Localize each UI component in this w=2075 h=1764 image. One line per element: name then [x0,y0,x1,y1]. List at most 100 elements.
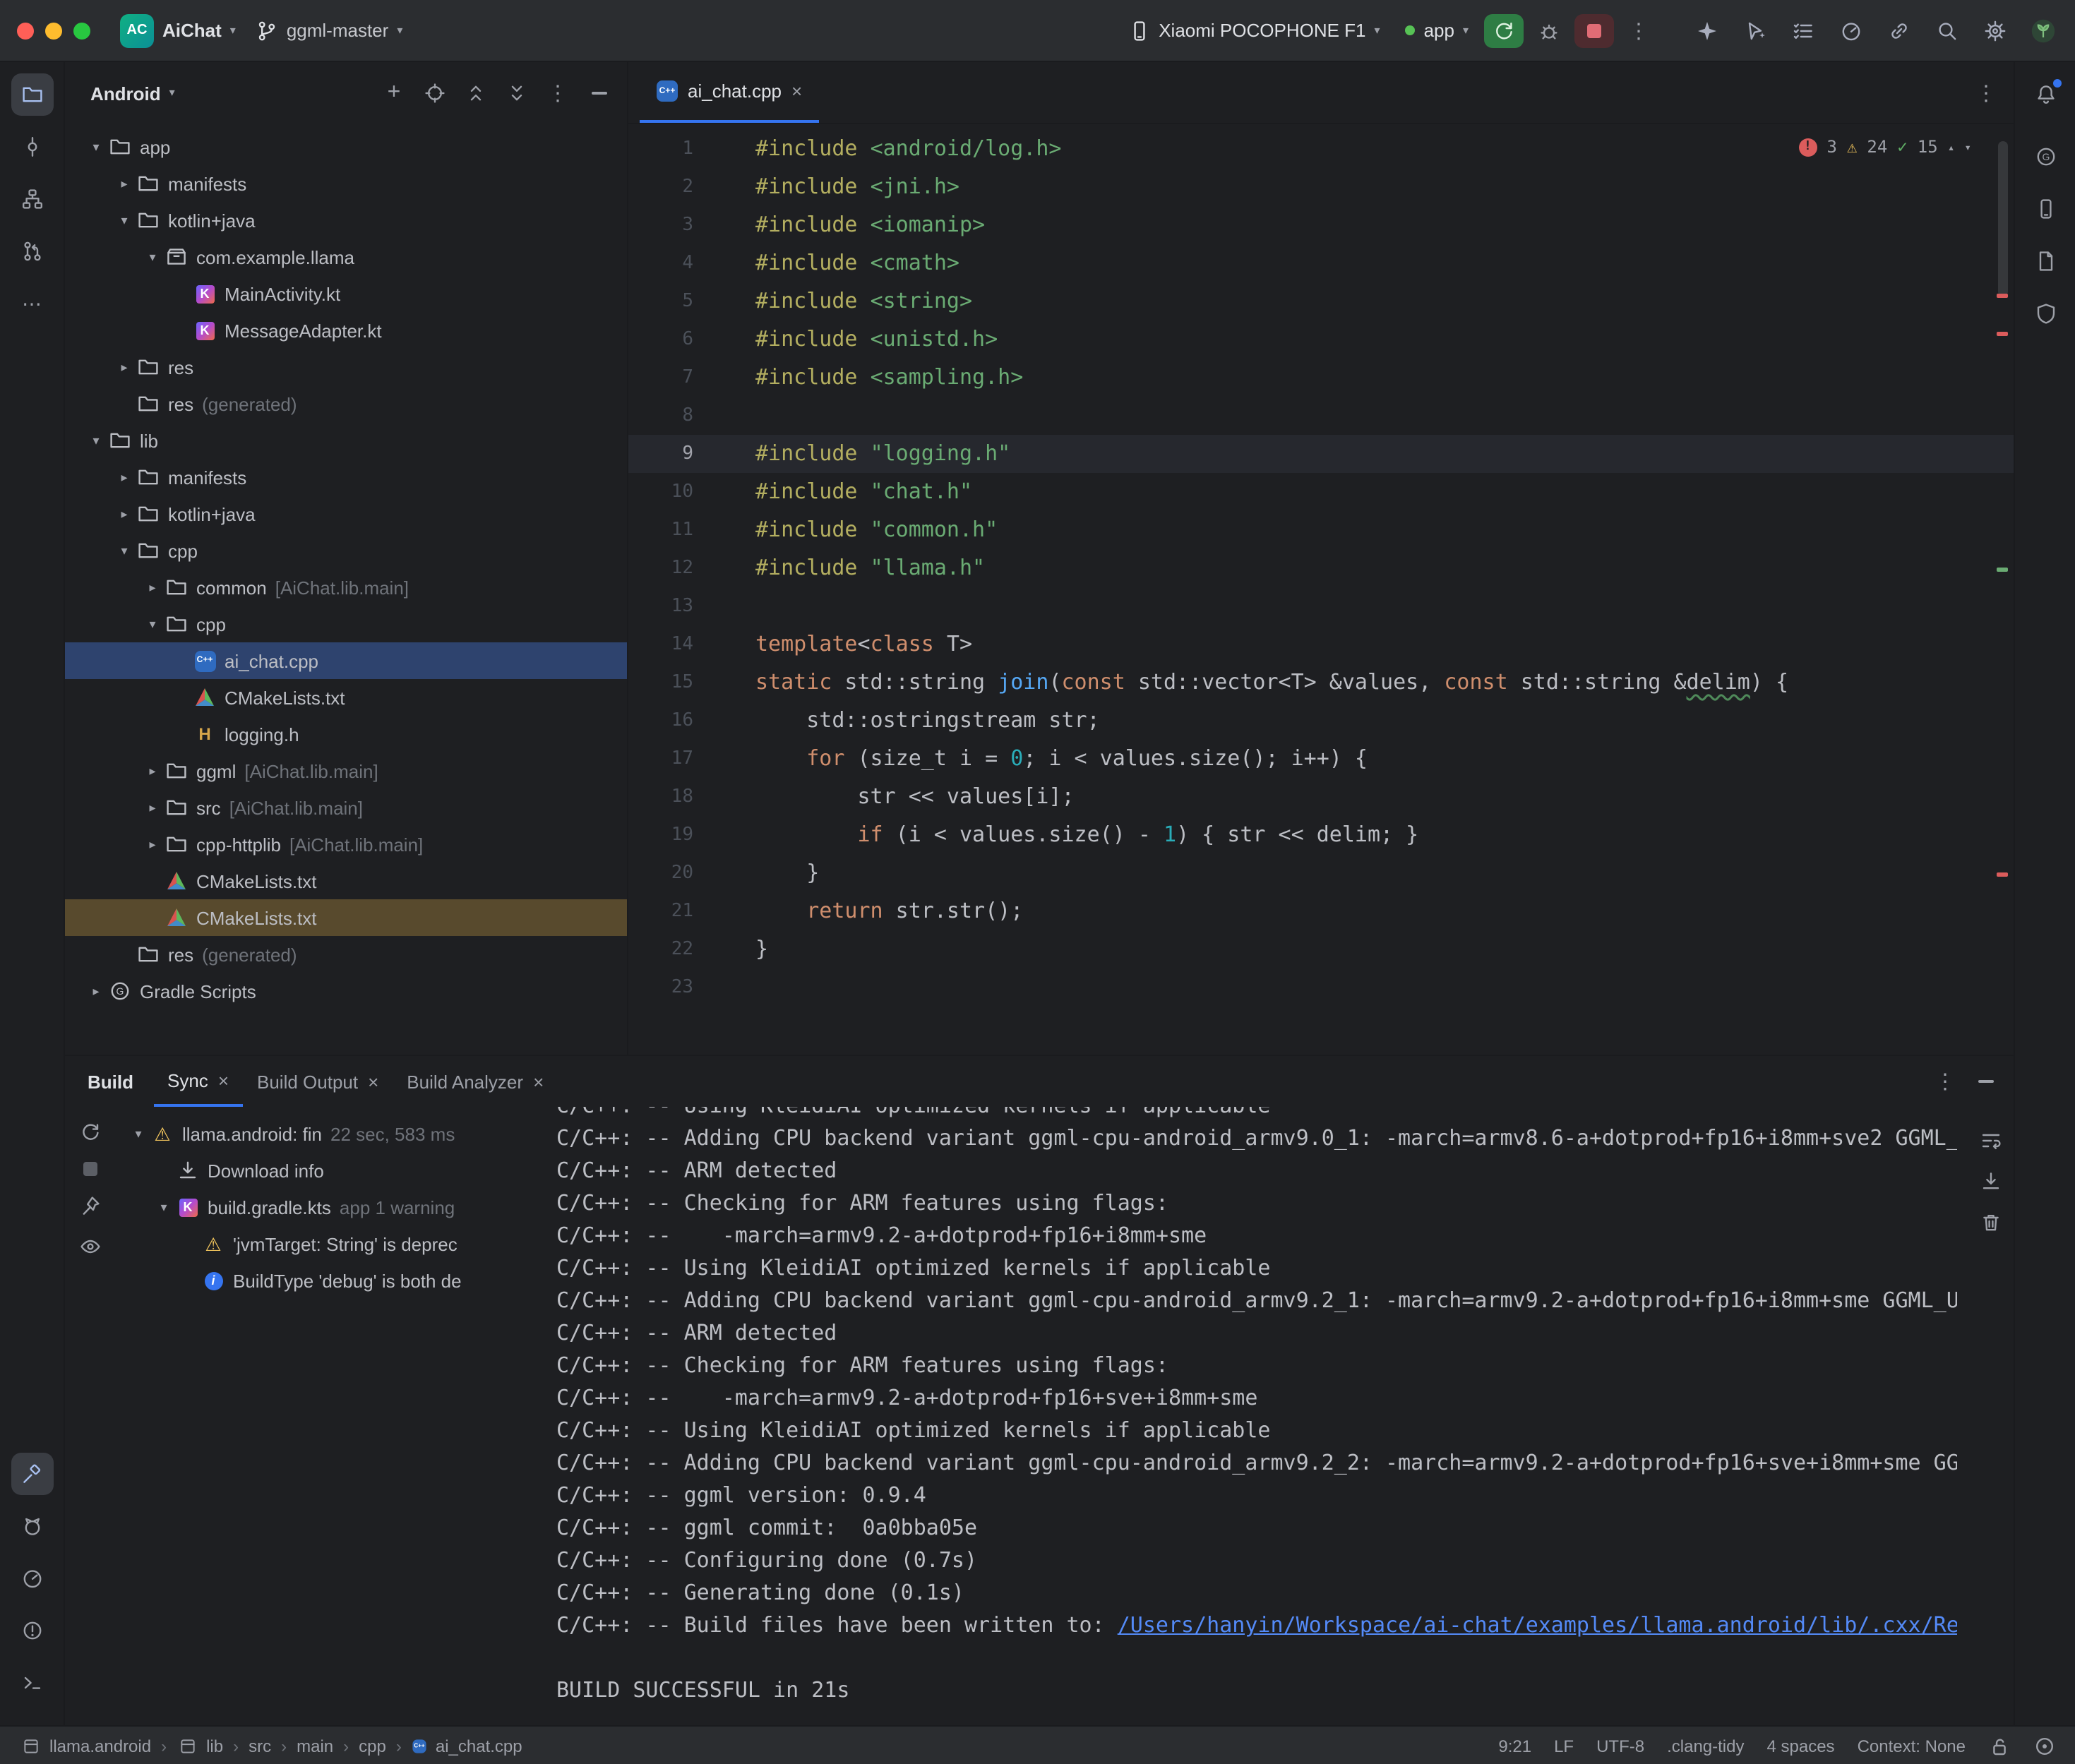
sync-icon[interactable] [79,1121,102,1144]
breadcrumb-item[interactable]: src [249,1736,271,1756]
code-line[interactable]: 19 if (i < values.size() - 1) { str << d… [628,816,2014,854]
build-tree-row[interactable]: iBuildType 'debug' is both de [116,1262,556,1299]
tab-options-icon[interactable]: ⋮ [1975,80,1997,105]
problems-icon[interactable] [11,1609,53,1652]
stripe-mark[interactable] [1997,332,2008,336]
build-tree-row[interactable]: ⚠'jvmTarget: String' is deprec [116,1225,556,1262]
close-tab-icon[interactable]: × [218,1069,229,1091]
tree-row[interactable]: CMakeLists.txt [65,863,627,899]
task-list-icon[interactable] [1785,12,1822,49]
commit-icon[interactable] [11,126,53,168]
stop-square-icon[interactable] [83,1162,97,1176]
code-line[interactable]: 12#include "llama.h" [628,549,2014,587]
project-widget[interactable]: AC AiChat ▾ [110,8,246,53]
status-9-21[interactable]: 9:21 [1498,1736,1531,1756]
tree-row[interactable]: CMakeLists.txt [65,899,627,936]
chevron-right-icon[interactable]: ▸ [141,580,164,595]
stripe-mark[interactable] [1997,294,2008,298]
breadcrumb-item[interactable]: cpp [359,1736,386,1756]
tree-row[interactable]: ▸kotlin+java [65,496,627,532]
chevron-down-icon[interactable]: ▾ [85,139,107,155]
next-problem-icon[interactable]: ▾ [1964,140,1971,153]
debug-button[interactable] [1529,13,1569,47]
tree-row[interactable]: ▸common[AiChat.lib.main] [65,569,627,606]
terminal-icon[interactable] [11,1662,53,1704]
editor-tab[interactable]: C++ ai_chat.cpp × [640,62,819,123]
code-line[interactable]: 6#include <unistd.h> [628,320,2014,359]
lock-open-icon[interactable] [1988,1734,2011,1757]
tree-row[interactable]: C++ai_chat.cpp [65,642,627,679]
stripe-mark[interactable] [1997,568,2008,572]
chevron-right-icon[interactable]: ▸ [113,359,136,375]
tree-row[interactable]: KMessageAdapter.kt [65,312,627,349]
chevron-right-icon[interactable]: ▸ [141,836,164,852]
code-line[interactable]: 2#include <jni.h> [628,168,2014,206]
chevron-down-icon[interactable]: ▾ [85,433,107,448]
hide-icon[interactable] [1978,1080,1994,1083]
chevron-down-icon[interactable]: ▾ [113,543,136,558]
project-icon[interactable] [11,73,53,116]
profiler-icon[interactable] [1833,12,1870,49]
build-tree-row[interactable]: ▾⚠llama.android: fin22 sec, 583 ms [116,1115,556,1152]
tree-row[interactable]: ▾app [65,128,627,165]
code-line[interactable]: 21 return str.str(); [628,892,2014,930]
build-console[interactable]: C/C++: -- Using KleidiAI optimized kerne… [556,1107,2014,1725]
code-line[interactable]: 16 std::ostringstream str; [628,702,2014,740]
collapse-all-icon[interactable] [506,82,528,104]
resource-manager-icon[interactable] [2024,240,2067,282]
chevron-down-icon[interactable]: ▾ [141,249,164,265]
chevron-right-icon[interactable]: ▸ [141,800,164,815]
more-icon[interactable]: ⋮ [546,82,569,104]
code-line[interactable]: 15static std::string join(const std::vec… [628,664,2014,702]
chevron-right-icon[interactable]: ▸ [113,506,136,522]
hide-icon[interactable] [587,82,610,104]
breadcrumb-item[interactable]: lib [177,1734,223,1757]
pull-requests-icon[interactable] [11,230,53,272]
build-tab-build-output[interactable]: Build Output× [243,1056,393,1107]
tree-row[interactable]: ▸src[AiChat.lib.main] [65,789,627,826]
chevron-down-icon[interactable]: ▾ [153,1199,175,1215]
code-line[interactable]: 14template<class T> [628,625,2014,664]
ai-actions-icon[interactable] [1737,12,1774,49]
code-line[interactable]: 8 [628,397,2014,435]
inspections-widget[interactable]: ! 3 ⚠ 24 ✓ 15 ▴ ▾ [1798,137,1971,157]
tree-row[interactable]: ▾cpp [65,532,627,569]
device-explorer-icon[interactable] [2024,188,2067,230]
code-line[interactable]: 7#include <sampling.h> [628,359,2014,397]
code-line[interactable]: 3#include <iomanip> [628,206,2014,244]
code-line[interactable]: 13 [628,587,2014,625]
status-context-none[interactable]: Context: None [1858,1736,1966,1756]
build-icon[interactable] [11,1453,53,1495]
tree-row[interactable]: ▸cpp-httplib[AiChat.lib.main] [65,826,627,863]
scrollbar-thumb[interactable] [1998,141,2008,296]
chevron-right-icon[interactable]: ▸ [113,469,136,485]
status-utf-8[interactable]: UTF-8 [1596,1736,1644,1756]
run-configuration-selector[interactable]: app ▾ [1396,14,1478,47]
rerun-button[interactable] [1484,13,1524,47]
clear-icon[interactable] [1980,1211,2002,1234]
structure-icon[interactable] [11,178,53,220]
tree-row[interactable]: ▸manifests [65,459,627,496]
close-window-button[interactable] [17,22,34,39]
tree-row[interactable]: ▸res [65,349,627,385]
minimize-window-button[interactable] [45,22,62,39]
breadcrumb-item[interactable]: C++ai_chat.cpp [412,1736,522,1756]
code-line[interactable]: 22} [628,930,2014,968]
stop-button[interactable] [1574,13,1614,47]
code-line[interactable]: 4#include <cmath> [628,244,2014,282]
notifications-icon[interactable] [2024,73,2067,116]
chevron-down-icon[interactable]: ▾ [141,616,164,632]
more-icon[interactable]: ⋮ [1935,1071,1956,1092]
code-line[interactable]: 23 [628,968,2014,1007]
app-insights-icon[interactable] [2024,292,2067,335]
code-editor[interactable]: 1#include <android/log.h>2#include <jni.… [628,124,2014,1055]
pin-icon[interactable] [79,1194,102,1217]
soft-wrap-icon[interactable] [1980,1129,2002,1152]
error-stripe[interactable] [1991,124,2014,1055]
tree-row[interactable]: res(generated) [65,936,627,973]
profiler-icon[interactable] [11,1557,53,1600]
chevron-down-icon[interactable]: ▾ [113,212,136,228]
stripe-mark[interactable] [1997,872,2008,877]
tree-row[interactable]: KMainActivity.kt [65,275,627,312]
zoom-window-button[interactable] [73,22,90,39]
